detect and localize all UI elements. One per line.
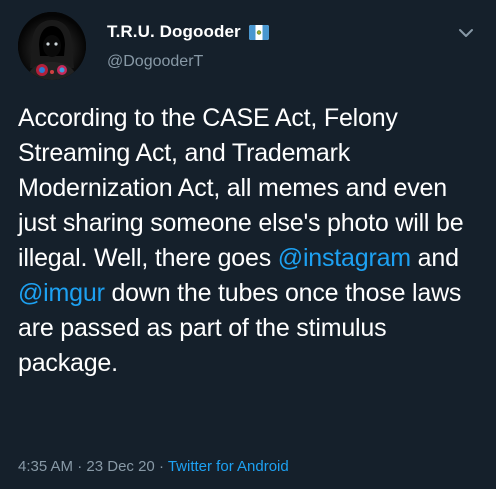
meta-separator: · [154,458,168,475]
user-handle[interactable]: @DogooderT [107,53,203,71]
display-name[interactable]: T.R.U. Dogooder [107,22,241,42]
hooded-figure-avatar-icon [18,12,86,80]
tweet-time[interactable]: 4:35 AM [18,458,73,475]
meta-separator: · [73,458,87,475]
tweet-text-part: and [410,244,459,272]
tweet-source-link[interactable]: Twitter for Android [168,458,289,475]
tweet-date[interactable]: 23 Dec 20 [86,458,154,475]
tweet-text: According to the CASE Act, Felony Stream… [18,101,488,381]
tweet-metadata: 4:35 AM · 23 Dec 20 · Twitter for Androi… [18,458,289,475]
chevron-down-icon[interactable] [457,24,475,42]
mention-imgur-link[interactable]: @imgur [18,279,105,307]
name-row: T.R.U. Dogooder [107,22,269,42]
avatar[interactable] [18,12,86,80]
guatemala-flag-icon [248,24,269,40]
mention-instagram-link[interactable]: @instagram [278,244,411,272]
tweet-card: T.R.U. Dogooder @DogooderT According to … [0,0,496,489]
